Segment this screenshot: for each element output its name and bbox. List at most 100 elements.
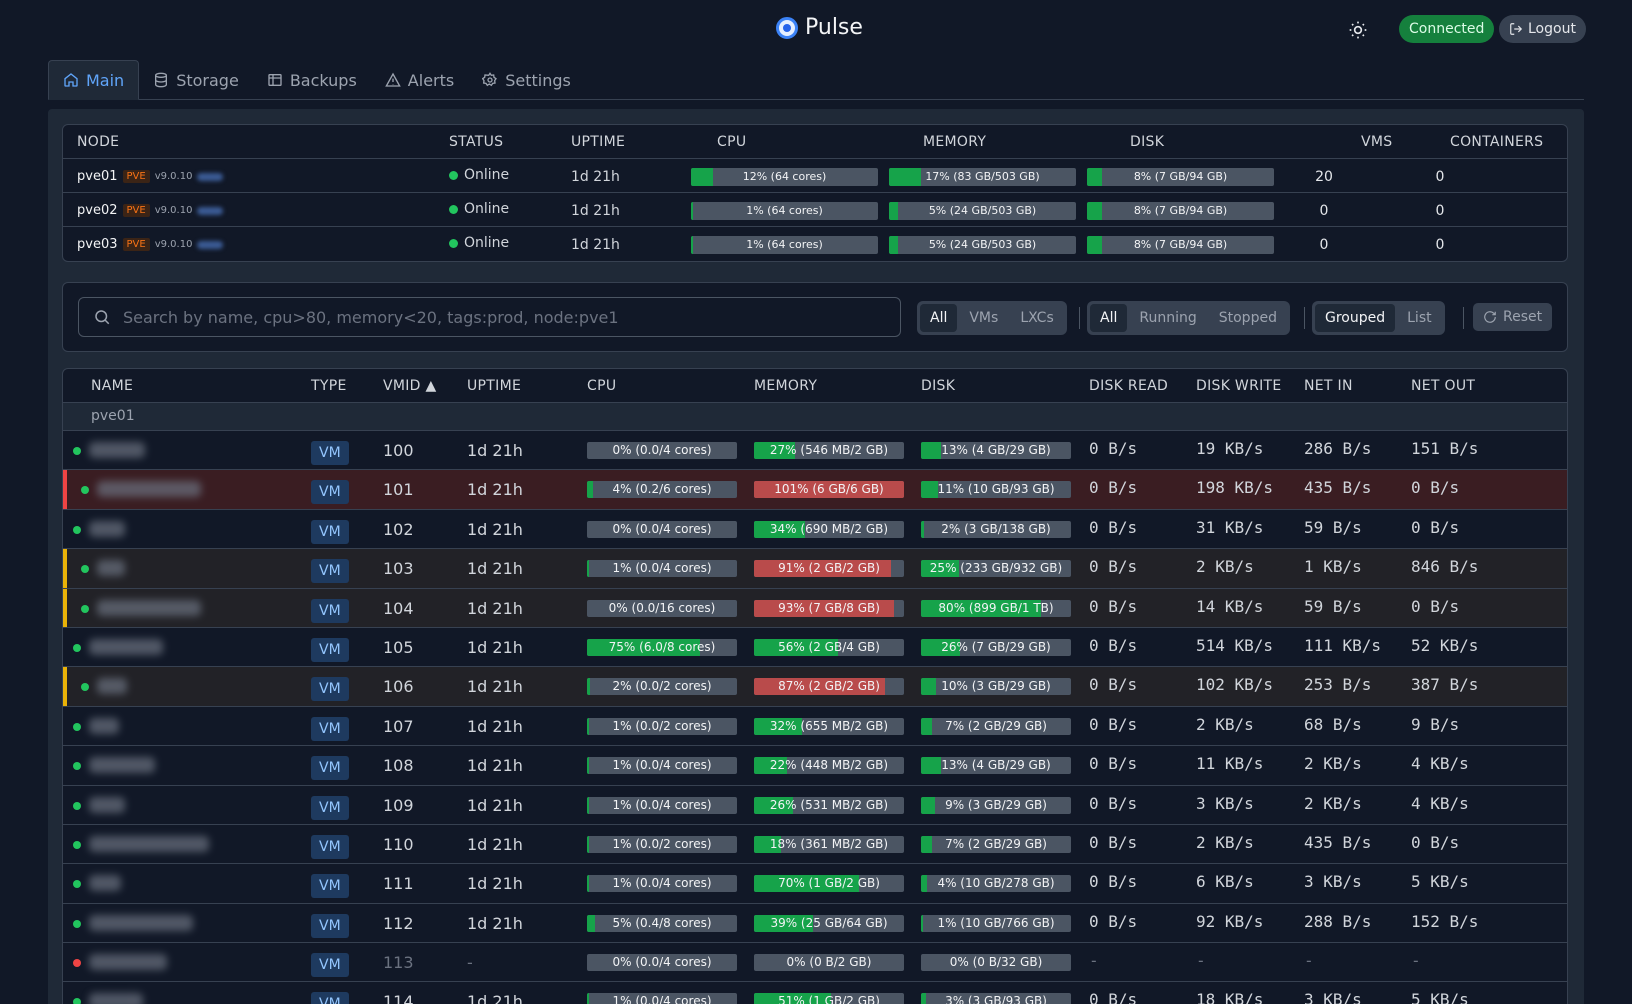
col-memory[interactable]: MEMORY [754,378,817,394]
guest-name[interactable] [89,638,163,655]
type-filter-lxcs[interactable]: LXCs [1010,304,1063,332]
status-filter-running[interactable]: Running [1129,304,1206,332]
col-disk-write[interactable]: DISK WRITE [1196,378,1282,394]
type-filter-all[interactable]: All [920,304,958,332]
brand[interactable]: Pulse [776,15,863,40]
running-dot-icon [73,525,81,534]
tab-alerts[interactable]: Alerts [371,60,468,100]
guest-row[interactable]: VM 114 1d 21h 1% (0.0/4 cores) 51% (1 GB/2 G… [63,982,1567,1004]
view-grouped[interactable]: Grouped [1315,304,1396,332]
guest-row[interactable]: VM 108 1d 21h 1% (0.0/4 cores) 22% (448 MB/2… [63,746,1567,786]
guest-name[interactable] [89,914,193,931]
status-filter-stopped[interactable]: Stopped [1209,304,1287,332]
guest-row[interactable]: VM 106 1d 21h 2% (0.0/2 cores) 87% (2 GB/2 G… [63,667,1567,707]
logout-button[interactable]: Logout [1499,15,1586,43]
guest-name[interactable] [89,835,209,852]
node-memory-bar: 5% (24 GB/503 GB) [889,236,1076,254]
guest-row[interactable]: VM 103 1d 21h 1% (0.0/4 cores) 91% (2 GB/2 G… [63,549,1567,589]
guest-row[interactable]: VM 107 1d 21h 1% (0.0/2 cores) 32% (655 MB/2… [63,707,1567,747]
database-icon [155,72,168,88]
guest-disk-bar: 7% (2 GB/29 GB) [921,835,1071,853]
guest-uptime: 1d 21h [467,913,523,933]
col-memory[interactable]: MEMORY [923,134,986,150]
node-row[interactable]: pve02 PVE v9.0.10 Online 1d 21h 1% (64 cores)… [63,193,1567,227]
col-uptime[interactable]: UPTIME [467,378,521,394]
guest-name[interactable] [89,717,119,734]
node-summary-table: NODE STATUS UPTIME CPU MEMORY DISK VMS C… [62,124,1568,262]
col-status[interactable]: STATUS [449,134,503,150]
col-cpu[interactable]: CPU [717,134,746,150]
alert-accent-bar [63,470,67,509]
guest-row[interactable]: VM 105 1d 21h 75% (6.0/8 cores) 56% (2 GB/4 … [63,628,1567,668]
guest-row[interactable]: VM 100 1d 21h 0% (0.0/4 cores) 27% (546 MB/2… [63,431,1567,471]
guest-memory-bar: 18% (361 MB/2 GB) [754,835,904,853]
pulse-logo-icon [776,16,798,39]
guest-name[interactable] [97,481,201,498]
guest-row[interactable]: VM 113 - 0% (0.0/4 cores) 0% (0 B/2 GB) 0% (0… [63,943,1567,983]
guest-name[interactable] [97,560,125,577]
col-net-in[interactable]: NET IN [1304,378,1353,394]
alert-accent-bar [63,549,67,588]
col-containers[interactable]: CONTAINERS [1450,134,1543,150]
status-filter-all[interactable]: All [1090,304,1128,332]
guest-type-badge: VM [311,953,349,978]
col-disk[interactable]: DISK [1130,134,1164,150]
guest-row[interactable]: VM 111 1d 21h 1% (0.0/4 cores) 70% (1 GB/2 G… [63,864,1567,904]
node-name[interactable]: pve01 PVE v9.0.10 [77,169,224,184]
guest-row[interactable]: VM 102 1d 21h 0% (0.0/4 cores) 34% (690 MB/2… [63,510,1567,550]
guest-name[interactable] [89,520,125,537]
view-list[interactable]: List [1397,304,1441,332]
disk-read-value: 0 B/s [1089,754,1138,774]
alert-accent-bar [63,667,67,706]
divider [1304,307,1305,329]
tab-backups[interactable]: Backups [253,60,371,100]
guest-disk-bar: 10% (3 GB/29 GB) [921,678,1071,696]
node-version: v9.0.10 [154,205,193,216]
guest-row[interactable]: VM 104 1d 21h 0% (0.0/16 cores) 93% (7 GB/8 … [63,588,1567,628]
col-name[interactable]: NAME [91,378,133,394]
cpu-bar-label: 4% (0.2/6 cores) [612,482,712,497]
guest-name[interactable] [89,757,155,774]
col-node[interactable]: NODE [77,134,119,150]
cpu-bar-label: 0% (0.0/4 cores) [612,443,712,457]
node-group-header[interactable]: pve01 [63,403,1567,431]
col-net-out[interactable]: NET OUT [1411,378,1475,394]
guest-name[interactable] [89,875,121,892]
tab-main[interactable]: Main [48,60,140,100]
guest-row[interactable]: VM 110 1d 21h 1% (0.0/2 cores) 18% (361 MB/2… [63,825,1567,865]
guest-row[interactable]: VM 109 1d 21h 1% (0.0/4 cores) 26% (531 MB/2… [63,786,1567,825]
search-input[interactable] [123,307,883,327]
node-row[interactable]: pve01 PVE v9.0.10 Online 1d 21h 12% (64 cores… [63,159,1567,193]
guest-row[interactable]: VM 101 1d 21h 4% (0.2/6 cores) 101% (6 GB/6 … [63,470,1567,510]
node-tag [197,240,224,249]
search-box[interactable] [78,297,901,337]
col-disk[interactable]: DISK [921,378,955,394]
net-out-value: 152 B/s [1411,911,1479,931]
type-filter-vms[interactable]: VMs [959,304,1008,332]
tab-storage[interactable]: Storage [139,60,253,100]
col-type[interactable]: TYPE [311,378,347,394]
col-vms[interactable]: VMS [1361,134,1392,150]
guest-name[interactable] [89,796,125,813]
col-cpu[interactable]: CPU [587,378,616,394]
guest-row[interactable]: VM 112 1d 21h 5% (0.4/8 cores) 39% (25 GB/64… [63,904,1567,944]
guest-name[interactable] [97,678,127,695]
reset-button[interactable]: Reset [1473,303,1553,331]
guest-type-badge: VM [311,519,349,544]
guest-name[interactable] [89,993,143,1004]
theme-toggle-button[interactable] [1346,18,1370,42]
guest-uptime: 1d 21h [467,992,523,1004]
node-name[interactable]: pve03 PVE v9.0.10 [77,237,224,252]
guest-type-badge: VM [311,834,349,859]
node-row[interactable]: pve03 PVE v9.0.10 Online 1d 21h 1% (64 cores)… [63,227,1567,261]
col-disk-read[interactable]: DISK READ [1089,378,1168,394]
guest-name[interactable] [97,599,201,616]
col-vmid[interactable]: VMID ▲ [383,378,437,394]
guest-name[interactable] [89,442,145,458]
guest-name[interactable] [89,954,167,971]
node-name[interactable]: pve02 PVE v9.0.10 [77,203,224,218]
cpu-bar-label: 75% (6.0/8 cores) [608,639,716,654]
tab-settings[interactable]: Settings [468,60,585,100]
guest-memory-bar: 87% (2 GB/2 GB) [754,678,904,696]
col-uptime[interactable]: UPTIME [571,134,625,150]
